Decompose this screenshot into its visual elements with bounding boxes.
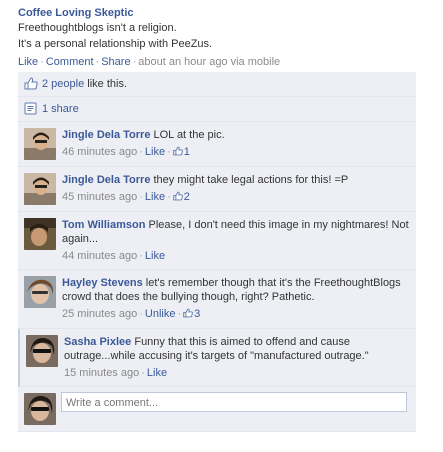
comment-like-count[interactable]: 1 [173,146,190,158]
avatar[interactable] [24,276,56,308]
comment-time[interactable]: 15 minutes ago [64,367,139,379]
post-author[interactable]: Coffee Loving Skeptic [18,6,418,20]
comment-text: they might take legal actions for this! … [153,174,349,186]
avatar[interactable] [26,335,58,367]
comment-author[interactable]: Sasha Pixlee [64,336,131,348]
comment-like-count[interactable]: 3 [183,308,200,320]
likes-people-link[interactable]: 2 people [42,78,84,90]
avatar [24,393,56,425]
thumbs-up-icon [24,75,38,99]
comment-item: Jingle Dela Torre they might take legal … [18,167,416,212]
thumbs-up-icon [183,308,194,322]
post-comment-link[interactable]: Comment [46,56,94,68]
comment-text: LOL at the pic. [153,129,225,141]
likes-suffix: like this. [84,78,128,90]
comment-unlike-link[interactable]: Unlike [145,308,176,320]
shares-link[interactable]: 1 share [42,103,79,115]
post-like-link[interactable]: Like [18,56,38,68]
comment-time[interactable]: 25 minutes ago [62,308,137,320]
comment-time[interactable]: 45 minutes ago [62,191,137,203]
comment-author[interactable]: Jingle Dela Torre [62,174,150,186]
thumbs-up-icon [173,191,183,205]
comment-author[interactable]: Jingle Dela Torre [62,129,150,141]
write-comment-row: Write a comment... [18,387,416,432]
thumbs-up-icon [173,146,183,160]
comment-item: Sasha Pixlee Funny that this is aimed to… [18,329,416,387]
comment-item: Hayley Stevens let's remember though tha… [18,270,416,329]
avatar[interactable] [24,128,56,160]
avatar[interactable] [24,218,56,250]
share-icon [24,100,38,124]
likes-row: 2 people like this. [18,72,416,97]
post-status-line-2: It's a personal relationship with PeeZus… [18,38,213,50]
like-count-value: 1 [183,146,190,158]
comment-like-link[interactable]: Like [145,250,165,262]
shares-row[interactable]: 1 share [18,97,416,122]
comment-item: Tom Williamson Please, I don't need this… [18,212,416,270]
comment-like-link[interactable]: Like [145,191,165,203]
feedback-panel: 2 people like this. 1 share Jingle Dela … [18,72,416,432]
comment-author[interactable]: Hayley Stevens [62,277,143,289]
comment-time[interactable]: 46 minutes ago [62,146,137,158]
comment-author[interactable]: Tom Williamson [62,219,145,231]
like-count-value: 3 [194,308,201,320]
post-header: Coffee Loving Skeptic Freethoughtblogs i… [18,6,418,70]
comment-time[interactable]: 44 minutes ago [62,250,137,262]
post-share-link[interactable]: Share [101,56,130,68]
comment-like-count[interactable]: 2 [173,191,190,203]
comment-like-link[interactable]: Like [147,367,167,379]
comment-input[interactable]: Write a comment... [61,392,407,412]
avatar[interactable] [24,173,56,205]
like-count-value: 2 [183,191,190,203]
post-timestamp[interactable]: about an hour ago via mobile [138,56,280,68]
post-actions: Like · Comment · Share · about an hour ago via… [18,56,281,68]
comment-item: Jingle Dela Torre LOL at the pic. 46 min… [18,122,416,167]
comment-like-link[interactable]: Like [145,146,165,158]
post-status-line-1: Freethoughtblogs isn't a religion. [18,22,177,34]
